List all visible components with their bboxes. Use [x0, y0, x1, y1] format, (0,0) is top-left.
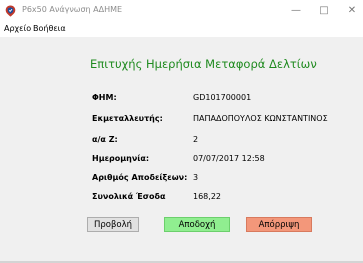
title-bar[interactable]: P6x50 Ανάγνωση ΑΔΗΜΕ — □ ✕ — [0, 0, 363, 22]
receipts-count-label: Αριθμός Αποδείξεων: — [92, 173, 188, 182]
total-revenue-value: 168,22 — [193, 192, 221, 201]
accept-button[interactable]: Αποδοχή — [164, 217, 230, 232]
date-label: Ημερομηνία: — [92, 154, 150, 163]
date-value: 07/07/2017 12:58 — [193, 154, 265, 163]
z-number-value: 2 — [193, 135, 199, 144]
total-revenue-label: Συνολικά Έσοδα — [92, 192, 166, 201]
menu-bar: Αρχείο Βοήθεια — [0, 22, 363, 37]
operator-label: Εκμεταλλευτής: — [92, 114, 163, 123]
fiscal-device-value: GD101700001 — [193, 93, 252, 102]
window-title: P6x50 Ανάγνωση ΑΔΗΜΕ — [22, 5, 123, 14]
app-icon — [5, 5, 16, 17]
preview-button[interactable]: Προβολή — [87, 217, 139, 232]
close-button[interactable]: ✕ — [346, 6, 358, 16]
app-window: P6x50 Ανάγνωση ΑΔΗΜΕ — □ ✕ Αρχείο Βοήθει… — [0, 0, 363, 263]
z-number-label: α/α Ζ: — [92, 135, 118, 144]
success-heading: Επιτυχής Ημερήσια Μεταφορά Δελτίων — [90, 57, 317, 71]
receipts-count-value: 3 — [193, 173, 199, 182]
minimize-button[interactable]: — — [290, 6, 302, 16]
menu-help[interactable]: Βοήθεια — [33, 24, 66, 33]
maximize-button[interactable]: □ — [318, 6, 330, 16]
operator-value: ΠΑΠΑΔΟΠΟΥΛΟΣ ΚΩΝΣΤΑΝΤΙΝΟΣ — [193, 114, 328, 123]
menu-file[interactable]: Αρχείο — [4, 24, 31, 33]
fiscal-device-label: ΦΗΜ: — [92, 93, 117, 102]
main-panel: Επιτυχής Ημερήσια Μεταφορά Δελτίων ΦΗΜ: … — [0, 37, 363, 261]
reject-button[interactable]: Απόρριψη — [246, 217, 312, 232]
